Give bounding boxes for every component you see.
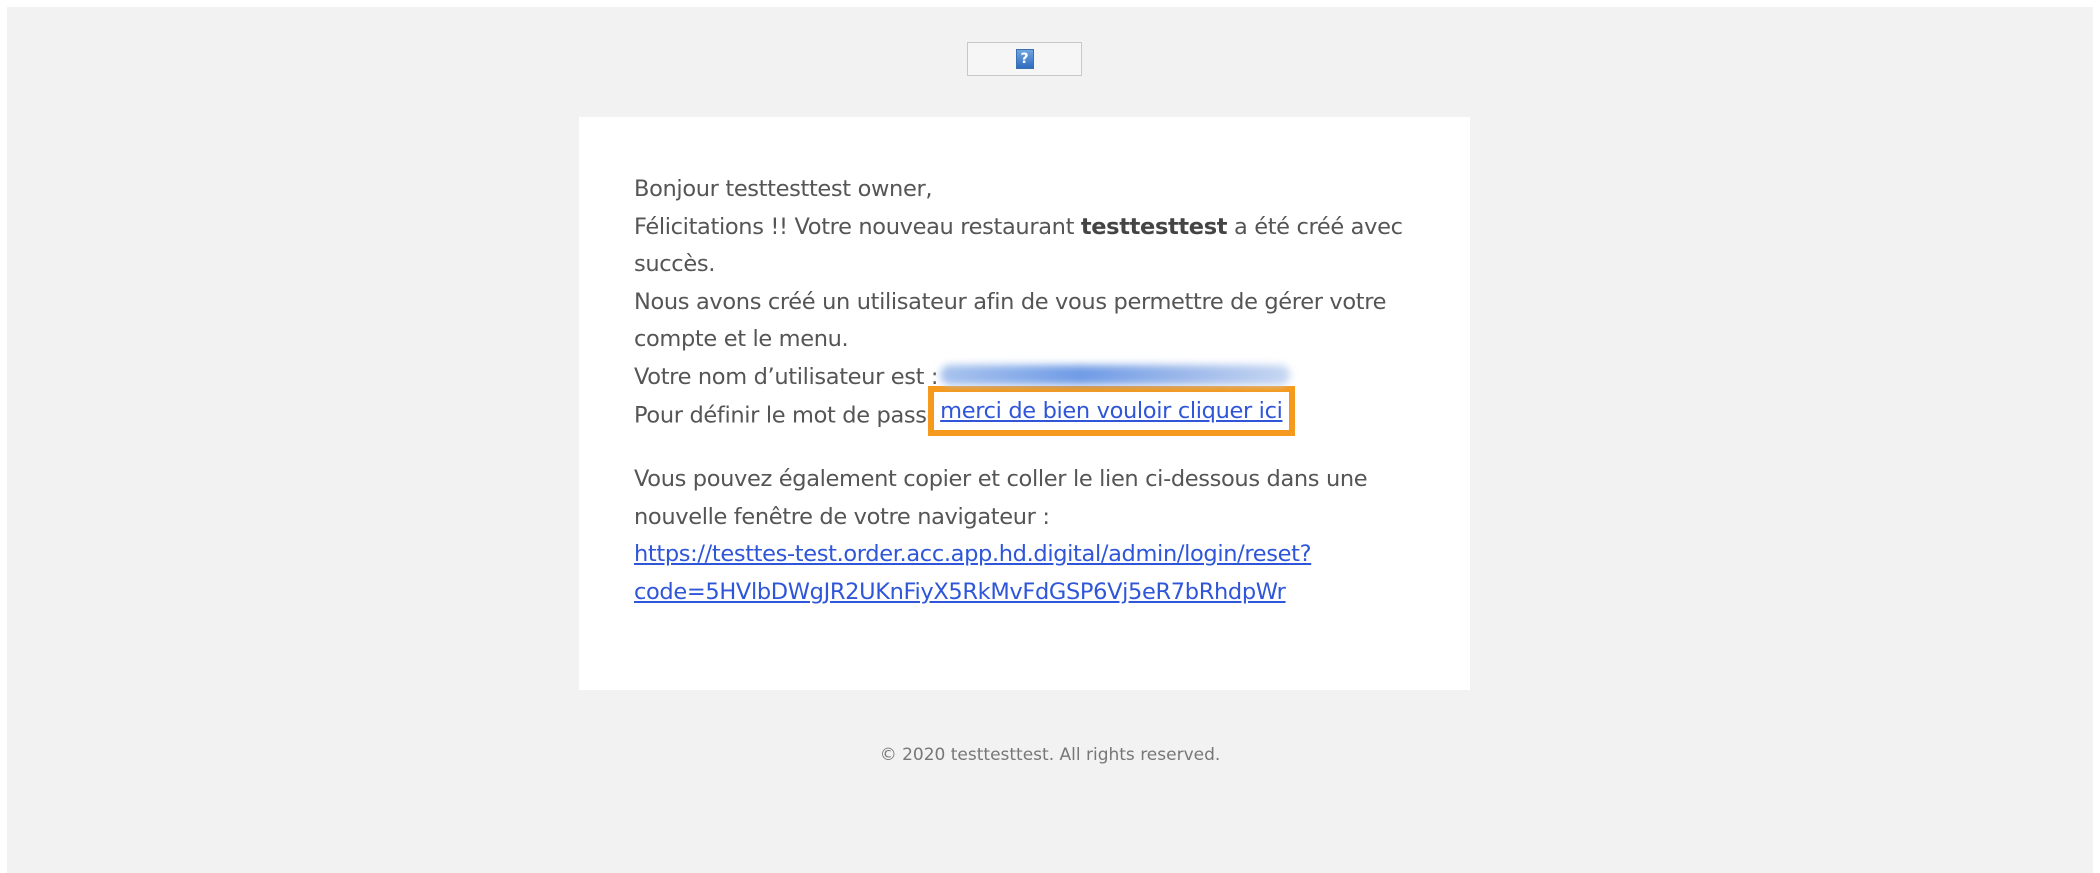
congrats-line: Félicitations !! Votre nouveau restauran… bbox=[634, 209, 1424, 247]
copy-instructions-line-2: nouvelle fenêtre de votre navigateur : bbox=[634, 503, 1050, 530]
email-card: Bonjour testtesttest owner, Félicitation… bbox=[579, 117, 1470, 690]
email-body: Bonjour testtesttest owner, Félicitation… bbox=[634, 171, 1424, 611]
user-created-line-1: Nous avons créé un utilisateur afin de v… bbox=[634, 288, 1387, 315]
highlighted-link-box: merci de bien vouloir cliquer ici bbox=[928, 386, 1295, 436]
logo-image-placeholder: ? bbox=[967, 42, 1082, 76]
restaurant-name: testtesttest bbox=[1080, 213, 1228, 240]
username-redacted bbox=[940, 365, 1291, 385]
reset-url-link-line-2[interactable]: code=5HVlbDWgJR2UKnFiyX5RkMvFdGSP6Vj5eR7… bbox=[634, 574, 1424, 612]
password-prefix: Pour définir le mot de passe bbox=[634, 402, 941, 429]
username-label: Votre nom d’utilisateur est : bbox=[634, 363, 939, 390]
congrats-suffix: a été créé avec bbox=[1233, 213, 1403, 240]
congrats-prefix: Félicitations !! Votre nouveau restauran… bbox=[634, 213, 1075, 240]
greeting-text: Bonjour testtesttest owner, bbox=[634, 176, 933, 202]
broken-image-icon: ? bbox=[1015, 49, 1034, 69]
password-line: Pour définir le mot de passemerci de bie… bbox=[634, 386, 1424, 436]
copy-instructions-line-1: Vous pouvez également copier et coller l… bbox=[634, 466, 1368, 492]
user-created-line-2: compte et le menu. bbox=[634, 326, 849, 352]
congrats-end: succès. bbox=[634, 251, 715, 277]
footer-copyright: © 2020 testtesttest. All rights reserved… bbox=[879, 745, 1221, 765]
set-password-link[interactable]: merci de bien vouloir cliquer ici bbox=[940, 398, 1283, 424]
reset-url-link-line-1[interactable]: https://testtes-test.order.acc.app.hd.di… bbox=[634, 536, 1424, 574]
